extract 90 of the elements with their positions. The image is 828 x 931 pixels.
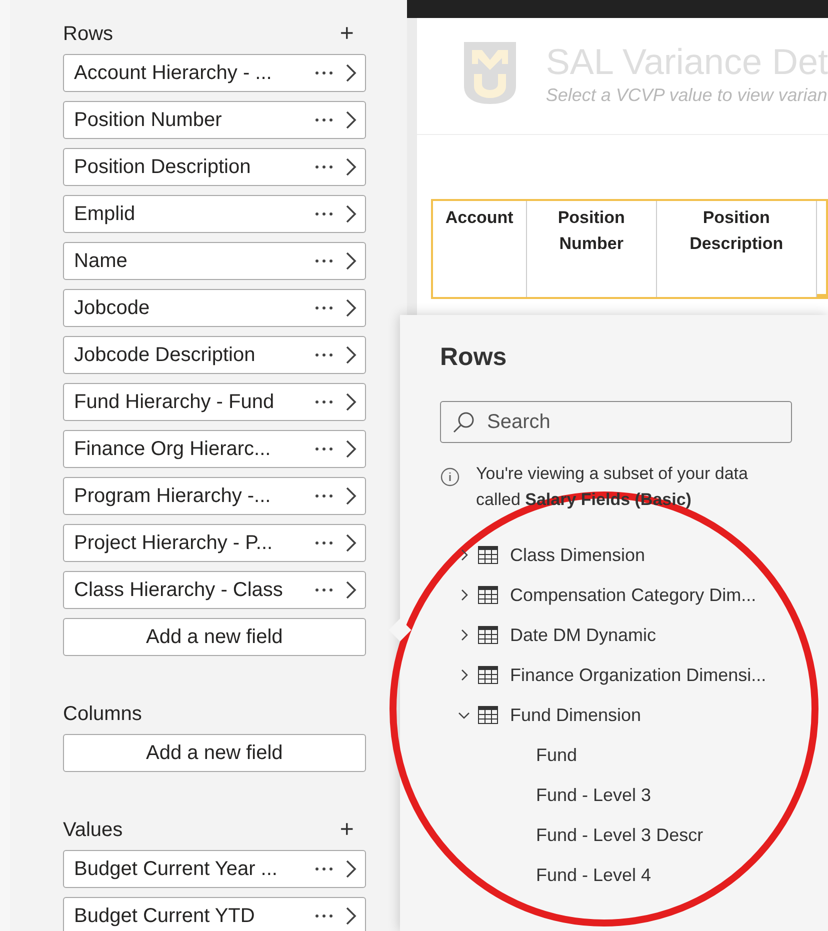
section-title: Columns [63, 702, 142, 727]
field-well-item[interactable]: Fund Hierarchy - Fund [63, 383, 366, 421]
more-icon[interactable] [314, 400, 333, 404]
chevron-right-icon[interactable] [344, 486, 357, 506]
add-button[interactable]: + [340, 818, 354, 842]
tree-item-label: Finance Organization Dimensi... [510, 664, 766, 687]
more-icon[interactable] [314, 71, 333, 75]
field-well-item[interactable]: Position Description [63, 148, 366, 186]
add-button[interactable]: + [340, 22, 354, 46]
field-label: Budget Current YTD [74, 904, 256, 929]
field-label: Finance Org Hierarc... [74, 437, 272, 462]
chevron-right-icon[interactable] [344, 392, 357, 412]
add-field-button[interactable]: Add a new field [63, 734, 366, 772]
more-icon[interactable] [314, 541, 333, 545]
chevron-right-icon[interactable] [344, 439, 357, 459]
field-label: Class Hierarchy - Class [74, 578, 284, 603]
tree-item-label: Class Dimension [510, 544, 646, 566]
tree-item[interactable]: Compensation Category Dim... [440, 575, 792, 615]
more-icon[interactable] [314, 353, 333, 357]
more-icon[interactable] [314, 494, 333, 498]
field-well-item[interactable]: Jobcode Description [63, 336, 366, 374]
add-field-button[interactable]: Add a new field [63, 618, 366, 656]
more-icon[interactable] [314, 588, 333, 592]
table-icon [478, 586, 498, 604]
chevron-right-icon[interactable] [344, 580, 357, 600]
chevron-right-icon[interactable] [344, 157, 357, 177]
more-icon[interactable] [314, 306, 333, 310]
field-label: Project Hierarchy - P... [74, 531, 274, 556]
chevron-right-icon[interactable] [344, 63, 357, 83]
more-icon[interactable] [314, 867, 333, 871]
logo-icon [462, 40, 518, 106]
report-subtitle: Select a VCVP value to view varian [546, 84, 828, 106]
field-label: Account Hierarchy - ... [74, 61, 273, 86]
field-label: Position Description [74, 155, 252, 180]
tree-item[interactable]: Fund - Level 3 Descr [440, 815, 792, 855]
field-label: Name [74, 249, 128, 274]
section-title: Rows [63, 22, 114, 47]
field-well-item[interactable]: Finance Org Hierarc... [63, 430, 366, 468]
table-icon [478, 706, 498, 724]
tree-item[interactable]: Fund - Level 3 [440, 775, 792, 815]
field-label: Program Hierarchy -... [74, 484, 272, 509]
field-well-item[interactable]: Emplid [63, 195, 366, 233]
tree-item[interactable]: Fund Dimension [440, 695, 792, 735]
section-title: Values [63, 818, 123, 843]
field-well-item[interactable]: Program Hierarchy -... [63, 477, 366, 515]
table-icon [478, 546, 498, 564]
tree-item[interactable]: Date DM Dynamic [440, 615, 792, 655]
field-well-item[interactable]: Jobcode [63, 289, 366, 327]
tree-item-label: Compensation Category Dim... [510, 584, 756, 607]
column-header[interactable]: Position Number [526, 201, 657, 297]
table-icon [478, 666, 498, 684]
tree-item[interactable]: Fund - Level 4 [440, 855, 792, 895]
chevron-right-icon[interactable] [344, 251, 357, 271]
more-icon[interactable] [314, 212, 333, 216]
tree-item[interactable]: Finance Organization Dimensi... [440, 655, 792, 695]
chevron-right-icon[interactable] [344, 533, 357, 553]
field-well-item[interactable]: Position Number [63, 101, 366, 139]
more-icon[interactable] [314, 914, 333, 918]
chevron-right-icon[interactable] [344, 345, 357, 365]
table-icon [478, 626, 498, 644]
chevron-right-icon[interactable] [344, 110, 357, 130]
column-header[interactable]: Account [432, 201, 527, 297]
field-well-item[interactable]: Budget Current Year ... [63, 850, 366, 888]
field-well-item[interactable]: Project Hierarchy - P... [63, 524, 366, 562]
chevron-right-icon[interactable] [344, 906, 357, 926]
tree-item-label: Fund Dimension [510, 704, 642, 726]
field-label: Position Number [74, 108, 223, 133]
popup-title: Rows [440, 342, 508, 373]
field-label: Fund Hierarchy - Fund [74, 390, 276, 415]
column-header[interactable]: Position Description [656, 201, 817, 297]
tree-item-label: Date DM Dynamic [510, 624, 656, 647]
field-well-item[interactable]: Account Hierarchy - ... [63, 54, 366, 92]
field-label: Budget Current Year ... [74, 857, 278, 882]
field-label: Emplid [74, 202, 136, 227]
more-icon[interactable] [314, 118, 333, 122]
field-well-item[interactable]: Budget Current YTD [63, 897, 366, 931]
info-icon [440, 467, 460, 487]
search-field[interactable]: Search [440, 401, 792, 443]
field-label: Jobcode [74, 296, 151, 321]
chevron-right-icon[interactable] [344, 859, 357, 879]
chevron-right-icon[interactable] [344, 204, 357, 224]
chevron-right-icon[interactable] [344, 298, 357, 318]
more-icon[interactable] [314, 165, 333, 169]
tree-item[interactable]: Fund [440, 735, 792, 775]
field-label: Jobcode Description [74, 343, 256, 368]
more-icon[interactable] [314, 259, 333, 263]
tree-item[interactable]: Class Dimension [440, 535, 792, 575]
more-icon[interactable] [314, 447, 333, 451]
field-well-item[interactable]: Name [63, 242, 366, 280]
field-well-item[interactable]: Class Hierarchy - Class [63, 571, 366, 609]
